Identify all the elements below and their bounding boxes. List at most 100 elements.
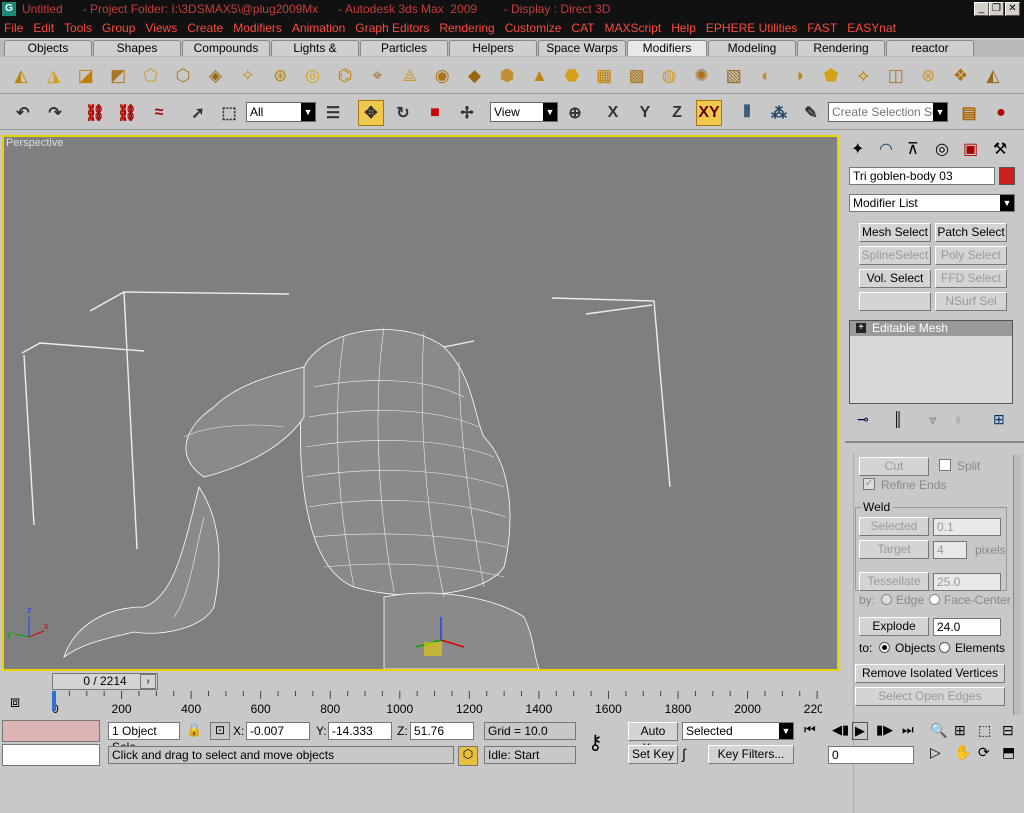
tab-reactor[interactable]: reactor — [886, 40, 974, 56]
menu-item-help[interactable]: Help — [671, 21, 696, 35]
make-unique-icon[interactable]: ⩔ — [929, 411, 937, 428]
tab-particles[interactable]: Particles — [360, 40, 448, 56]
modifier-button-poly-select[interactable]: Poly Select — [935, 246, 1007, 265]
select-and-rotate-icon[interactable]: ↻ — [390, 100, 416, 126]
tessellate-button[interactable]: Tessellate — [859, 572, 929, 591]
modifier-modifier-icon[interactable]: ◭ — [980, 63, 1006, 89]
track-bar[interactable]: 0200400600800100012001400160018002000220… — [52, 691, 822, 717]
tab-helpers[interactable]: Helpers — [449, 40, 537, 56]
weld-selected-button[interactable]: Selected — [859, 517, 929, 536]
spherify-modifier-icon[interactable]: ◉ — [429, 63, 455, 89]
chevron-down-icon[interactable]: ▼ — [779, 723, 793, 739]
weld-threshold-spinner[interactable]: 0.1 — [933, 518, 1001, 536]
reference-coordinate-dropdown[interactable]: View ▼ — [490, 102, 558, 122]
current-frame-spinner[interactable]: 0 — [828, 746, 914, 764]
edit-poly-modifier-icon[interactable]: ◫ — [883, 63, 909, 89]
play-icon[interactable]: ▶ — [852, 722, 868, 740]
twist-modifier-icon[interactable]: ◪ — [73, 63, 99, 89]
multires-modifier-icon[interactable]: ⬟ — [818, 63, 844, 89]
go-to-start-icon[interactable]: ⏮ — [804, 722, 816, 738]
select-and-manipulate-icon[interactable]: ✢ — [454, 100, 480, 126]
face-center-radio[interactable] — [929, 594, 940, 605]
mirror-modifier-icon[interactable]: ▲ — [526, 63, 552, 89]
pan-view-icon[interactable]: ✋ — [954, 744, 971, 761]
cap-holes-modifier-icon[interactable]: ❖ — [948, 63, 974, 89]
tab-shapes[interactable]: Shapes — [93, 40, 181, 56]
curve-editor-icon[interactable]: ▤ — [956, 100, 982, 126]
chevron-down-icon[interactable]: ▼ — [933, 103, 947, 121]
objects-radio[interactable] — [879, 642, 890, 653]
tab-modeling[interactable]: Modeling — [708, 40, 796, 56]
modifier-button-nsurf-sel[interactable]: NSurf Sel — [935, 292, 1007, 311]
rectangular-selection-icon[interactable]: ⬚ — [216, 100, 242, 126]
zoom-extents-all-icon[interactable]: ⊟ — [1002, 722, 1014, 739]
close-button[interactable]: ✕ — [1005, 2, 1020, 16]
select-object-icon[interactable]: ➚ — [185, 100, 211, 126]
auto-key-button[interactable]: Auto Key — [628, 722, 678, 755]
stretch-modifier-icon[interactable]: ⬠ — [138, 63, 164, 89]
menu-item-customize[interactable]: Customize — [505, 21, 562, 35]
arc-rotate-icon[interactable]: ⟳ — [978, 744, 990, 761]
maxscript-listener-white[interactable] — [2, 744, 100, 766]
meshsmooth-modifier-icon[interactable]: ◐ — [753, 63, 779, 89]
tab-lights-cameras[interactable]: Lights & Cameras — [271, 40, 359, 70]
z-coordinate-field[interactable]: 51.76 — [410, 722, 474, 740]
skew-modifier-icon[interactable]: ⌬ — [332, 63, 358, 89]
axis-xy-button[interactable]: XY — [696, 100, 722, 126]
remove-isolated-vertices-button[interactable]: Remove Isolated Vertices — [855, 664, 1005, 683]
chevron-down-icon[interactable]: ▼ — [1000, 195, 1014, 211]
slice-modifier-icon[interactable]: ⌖ — [364, 63, 390, 89]
undo-icon[interactable]: ↶ — [10, 100, 36, 126]
elements-radio[interactable] — [939, 642, 950, 653]
menu-item-group[interactable]: Group — [102, 21, 135, 35]
show-end-result-icon[interactable]: ║ — [893, 411, 903, 427]
menu-item-create[interactable]: Create — [187, 21, 223, 35]
modify-tab-icon[interactable]: ◠ — [879, 139, 893, 159]
select-and-move-icon[interactable]: ✥ — [358, 100, 384, 126]
bind-to-space-warp-icon[interactable]: ≈ — [146, 100, 172, 126]
noise-modifier-icon[interactable]: ◩ — [105, 63, 131, 89]
split-checkbox[interactable] — [939, 459, 951, 471]
chevron-down-icon[interactable]: ▼ — [543, 103, 557, 121]
pin-stack-icon[interactable]: ⊸ — [857, 411, 869, 428]
explode-angle-spinner[interactable]: 24.0 — [933, 618, 1001, 636]
create-tab-icon[interactable]: ✦ — [851, 139, 864, 159]
current-frame-marker[interactable] — [52, 691, 56, 711]
remove-modifier-icon[interactable]: ♁ — [953, 411, 964, 427]
lattice-modifier-icon[interactable]: ⬢ — [494, 63, 520, 89]
command-panel-scrollbar[interactable] — [1013, 455, 1021, 715]
unwrap-uvw-modifier-icon[interactable]: ✺ — [688, 63, 714, 89]
axis-x-button[interactable]: X — [600, 100, 626, 126]
menu-item-views[interactable]: Views — [145, 21, 177, 35]
stack-item-editable-mesh[interactable]: + Editable Mesh — [850, 321, 1012, 336]
go-to-end-icon[interactable]: ⏭ — [902, 722, 914, 738]
bend-modifier-icon[interactable]: ◭ — [8, 63, 34, 89]
mirror-icon[interactable]: ⫴ — [734, 100, 760, 126]
redo-icon[interactable]: ↷ — [42, 100, 68, 126]
time-slider-next-icon[interactable]: › — [140, 674, 156, 689]
unlink-selection-icon[interactable]: ⛓ — [114, 100, 140, 126]
axis-y-button[interactable]: Y — [632, 100, 658, 126]
tab-objects[interactable]: Objects — [4, 40, 92, 56]
select-and-link-icon[interactable]: ⛓ — [82, 100, 108, 126]
menu-item-ephere-utilities[interactable]: EPHERE Utilities — [706, 21, 797, 35]
modifier-button-ffd-select[interactable]: FFD Select — [935, 269, 1007, 288]
object-color-swatch[interactable] — [999, 167, 1015, 185]
perspective-viewport[interactable]: z x y — [2, 135, 839, 671]
wave-modifier-icon[interactable]: ◎ — [300, 63, 326, 89]
tab-compounds[interactable]: Compounds — [182, 40, 270, 56]
minimize-button[interactable]: _ — [974, 2, 989, 16]
modifier-list-dropdown[interactable]: Modifier List ▼ — [849, 194, 1015, 212]
x-coordinate-field[interactable]: -0.007 — [246, 722, 310, 740]
field-of-view-icon[interactable]: ▷ — [930, 744, 941, 761]
menu-item-easynat[interactable]: EASYnat — [847, 21, 896, 35]
modifier-button-vol-select[interactable]: Vol. Select — [859, 269, 931, 288]
weld-target-button[interactable]: Target — [859, 540, 929, 559]
relax-modifier-icon[interactable]: ✧ — [235, 63, 261, 89]
next-frame-icon[interactable]: ▮▶ — [876, 722, 893, 738]
tab-rendering[interactable]: Rendering — [797, 40, 885, 56]
displace-modifier-icon[interactable]: ⬣ — [559, 63, 585, 89]
configure-modifier-sets-icon[interactable]: ⊞ — [993, 411, 1005, 428]
modifier-button-patch-select[interactable]: Patch Select — [935, 223, 1007, 242]
menu-item-rendering[interactable]: Rendering — [439, 21, 494, 35]
